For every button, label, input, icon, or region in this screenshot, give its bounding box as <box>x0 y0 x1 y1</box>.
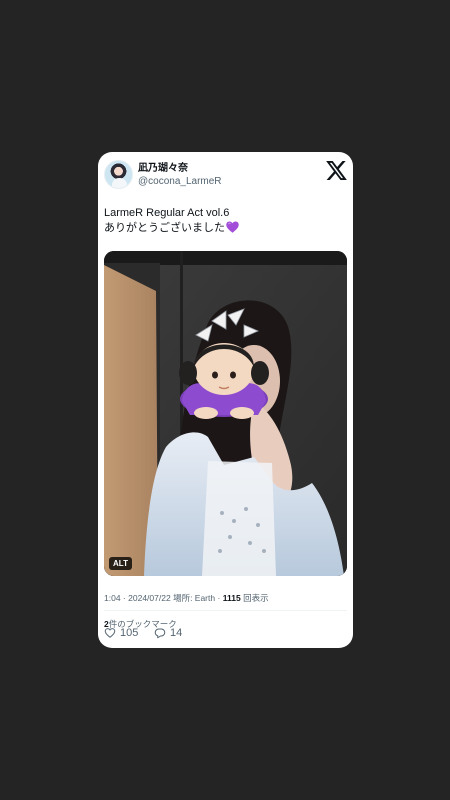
author-info[interactable]: 凪乃瑚々奈 @cocona_LarmeR <box>138 162 222 188</box>
tweet-card[interactable]: 凪乃瑚々奈 @cocona_LarmeR LarmeR Regular Act … <box>98 152 353 648</box>
tweet-location: 場所: Earth <box>173 593 216 603</box>
user-handle[interactable]: @cocona_LarmeR <box>138 175 222 188</box>
meta-separator: · <box>217 593 221 603</box>
tweet-meta: 1:04 · 2024/07/22 場所: Earth · 1115 回表示 <box>104 592 269 604</box>
tweet-photo[interactable]: ALT <box>104 251 347 576</box>
tweet-text-line-2-wrap: ありがとうございました <box>104 221 347 236</box>
views-label: 回表示 <box>243 593 269 603</box>
reply-count: 14 <box>170 627 183 639</box>
meta-separator: · <box>122 593 126 603</box>
tweet-text-line-1: LarmeR Regular Act vol.6 <box>104 207 230 219</box>
reply-icon <box>154 628 166 639</box>
reply-button[interactable]: 14 <box>154 626 182 640</box>
tweet-text-line-2: ありがとうございました <box>104 222 225 234</box>
tweet-header: 凪乃瑚々奈 @cocona_LarmeR <box>104 160 347 190</box>
avatar[interactable] <box>104 160 133 189</box>
like-button[interactable]: 105 <box>104 626 138 640</box>
purple-heart-icon <box>226 221 239 233</box>
display-name[interactable]: 凪乃瑚々奈 <box>138 162 222 175</box>
heart-icon <box>104 628 116 638</box>
views-count: 1115 <box>222 593 241 603</box>
x-logo-icon[interactable] <box>326 161 347 180</box>
tweet-time[interactable]: 1:04 <box>104 593 121 603</box>
alt-badge[interactable]: ALT <box>109 557 132 570</box>
like-count: 105 <box>120 627 139 639</box>
divider <box>104 610 347 611</box>
tweet-text: LarmeR Regular Act vol.6 ありがとうございました <box>104 206 347 236</box>
tweet-date[interactable]: 2024/07/22 <box>128 593 171 603</box>
photo-image <box>104 251 347 576</box>
